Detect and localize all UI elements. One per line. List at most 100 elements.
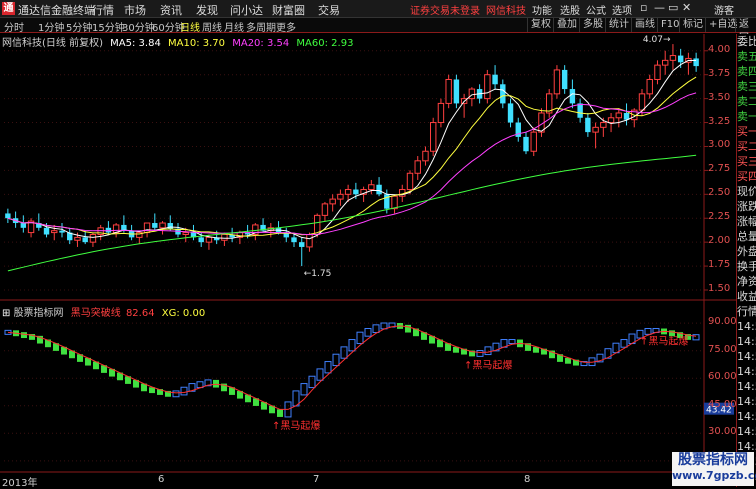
xg-value: XG: 0.00 [161, 308, 206, 319]
indicator-bar-down [277, 409, 283, 417]
candle-body-down [353, 189, 359, 195]
order-book-label: 涨幅 [737, 215, 756, 228]
candle-body-down [507, 103, 514, 123]
candle-body-up [592, 126, 599, 133]
candle-body-down [299, 242, 305, 247]
candle-body-up [669, 55, 677, 61]
candle-body-up [368, 184, 375, 191]
watermark-title: 股票指标网 [678, 452, 748, 468]
order-book-label: 14:5 [737, 395, 756, 408]
indicator-bar-down [405, 324, 411, 333]
candle-body-down [569, 89, 576, 104]
order-book-panel[interactable]: 委比 卖五 卖四 卖三 卖二 卖一 买一 买二 买三 买四 现价 涨跌 涨幅 总量 外盘 换手 净资 收益 行情 14… [736, 34, 756, 487]
indicator-bar-up [364, 328, 372, 337]
indicator-axis-label: 90.00 [708, 316, 737, 328]
order-book-label: 14:5 [737, 320, 756, 333]
candle-body-up [654, 64, 661, 80]
indicator-bar-up [300, 383, 308, 396]
candle-body-down [20, 223, 27, 228]
candle-body-down [43, 227, 50, 235]
order-book-label: 委比 [737, 35, 756, 48]
candle-body-up [468, 88, 476, 100]
indicator-bar-up [348, 339, 356, 352]
order-book-label: 行情 [737, 305, 756, 318]
order-book-label: 卖四 [737, 65, 756, 78]
price-axis-label: 1.50 [708, 283, 731, 294]
ma10-line [7, 76, 697, 237]
candle-body-up [600, 122, 607, 128]
price-axis-label: 2.75 [708, 163, 731, 175]
candle-body-down [585, 117, 591, 133]
order-book-label: 14:5 [737, 350, 756, 363]
candle-body-down [291, 237, 297, 243]
indicator-value: 82.64 [125, 308, 155, 319]
order-book-label: 现价 [737, 185, 756, 198]
indicator-name: 黑马突破线 [70, 308, 121, 319]
indicator-bar-down [669, 330, 675, 337]
candle-body-down [561, 69, 568, 90]
order-book-label: 买四 [737, 170, 756, 183]
low-price-label: ←1.75 [304, 269, 332, 279]
ma60-line [7, 154, 697, 272]
candle-body-up [429, 122, 437, 152]
candle-body-up [182, 232, 189, 236]
candle-body-down [59, 230, 65, 233]
indicator-bar-up [476, 350, 484, 357]
candle-body-up [646, 78, 653, 95]
price-axis-label: 1.75 [708, 259, 731, 271]
price-axis-label: 3.75 [708, 67, 731, 79]
order-book-label: 买二 [737, 140, 756, 153]
watermark-url: www.7gpzb.com [672, 469, 756, 482]
candle-body-up [391, 195, 398, 210]
price-axis-label: 4.00 [708, 43, 731, 55]
candle-body-up [607, 117, 615, 124]
price-axis-label: 3.00 [708, 139, 731, 151]
indicator-bar-up [180, 386, 188, 396]
price-axis-label: 3.25 [708, 115, 731, 127]
candle-body-up [661, 59, 669, 66]
ma5-line [7, 59, 697, 240]
kline-chart[interactable]: ↑黑马起爆↑黑马起爆↑黑马起爆43.42 ←1.754.07→ [0, 0, 736, 487]
candle-body-down [492, 74, 498, 85]
indicator-bar-up [380, 322, 388, 330]
candle-body-up [159, 222, 166, 229]
candle-body-down [198, 237, 204, 243]
candle-body-up [51, 230, 58, 234]
price-axis-label: 2.25 [708, 211, 731, 223]
time-axis-month-6: 6 [158, 474, 165, 485]
indicator-bar-down [21, 332, 27, 339]
candle-body-down [523, 136, 529, 152]
indicator-bar-up [356, 331, 364, 345]
back-button[interactable]: 返回 [735, 18, 756, 44]
price-axis-label: 2.50 [708, 187, 731, 199]
signal-label: ↑黑马起爆 [464, 359, 512, 371]
indicator-source[interactable]: 股票指标网 [14, 308, 64, 319]
candle-body-down [453, 79, 460, 104]
indicator-axis-label: 60.00 [708, 371, 737, 383]
signal-label: ↑黑马起爆 [640, 336, 688, 348]
order-book-label: 14:5 [737, 410, 756, 423]
candle-body-up [406, 172, 414, 191]
signal-label: ↑黑马起爆 [272, 420, 320, 432]
indicator-bar-up [372, 324, 380, 334]
order-book-label: 14:5 [737, 380, 756, 393]
candle-body-up [437, 102, 445, 124]
indicator-bar-up [508, 339, 516, 345]
order-book-label: 买三 [737, 155, 756, 168]
indicator-bar-up [332, 353, 340, 367]
candle-body-down [500, 84, 506, 104]
order-book-label: 卖三 [737, 80, 756, 93]
order-book-label: 14:5 [737, 365, 756, 378]
order-book-label: 卖五 [737, 50, 756, 63]
candle-body-down [376, 184, 382, 195]
candle-body-up [530, 131, 537, 152]
candle-body-up [321, 203, 329, 216]
indicator-expand-icon[interactable]: ⊞ [2, 308, 14, 319]
candle-body-up [344, 189, 352, 195]
indicator-bar-up [324, 361, 332, 374]
candle-body-up [484, 74, 491, 100]
indicator-axis-label: 75.00 [708, 343, 737, 355]
order-book-label: 收益 [737, 290, 756, 303]
candle-body-up [615, 112, 623, 119]
ma20-line [7, 92, 697, 236]
